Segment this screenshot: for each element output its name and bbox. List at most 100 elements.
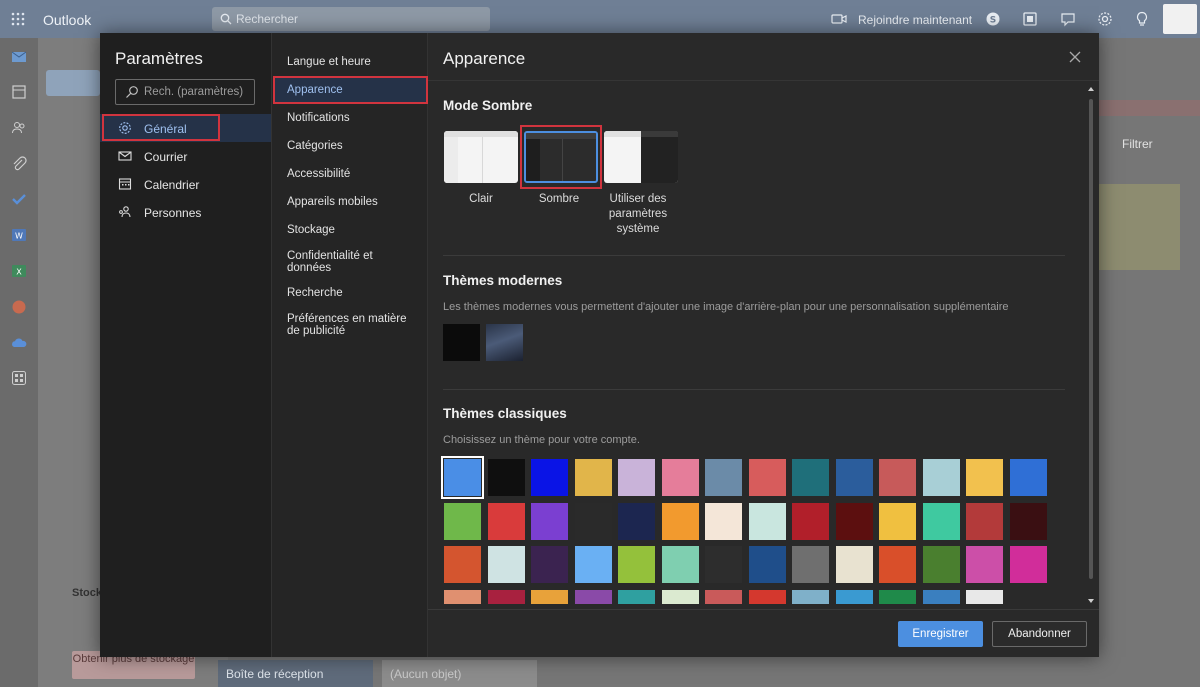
- classic-theme-swatch[interactable]: [574, 459, 612, 496]
- inbox-tab[interactable]: Boîte de réception: [218, 660, 373, 687]
- subnav-storage[interactable]: Stockage: [287, 224, 427, 236]
- subnav-privacy[interactable]: Confidentialité et données: [287, 250, 387, 274]
- classic-theme-swatch[interactable]: [705, 459, 742, 496]
- classic-theme-swatch[interactable]: [966, 502, 1003, 540]
- classic-theme-swatch[interactable]: [444, 546, 481, 583]
- classic-theme-swatch[interactable]: [531, 589, 568, 604]
- classic-theme-swatch[interactable]: [1009, 459, 1047, 496]
- classic-theme-swatch[interactable]: [966, 546, 1003, 583]
- filter-button[interactable]: Filtrer: [1122, 137, 1153, 151]
- subnav-search[interactable]: Recherche: [287, 287, 427, 299]
- save-button[interactable]: Enregistrer: [898, 621, 983, 647]
- classic-theme-swatch[interactable]: [966, 589, 1003, 604]
- app-name[interactable]: Outlook: [43, 12, 91, 28]
- classic-theme-swatch[interactable]: [835, 502, 873, 540]
- mode-light-option[interactable]: [444, 131, 518, 183]
- subnav-language[interactable]: Langue et heure: [287, 56, 427, 68]
- classic-theme-swatch[interactable]: [835, 546, 873, 583]
- classic-theme-swatch[interactable]: [618, 459, 655, 496]
- more-apps-icon[interactable]: [11, 370, 27, 386]
- classic-theme-swatch[interactable]: [531, 459, 568, 496]
- word-icon[interactable]: W: [11, 227, 27, 243]
- nav-item-calendar[interactable]: Calendrier: [100, 170, 271, 198]
- classic-theme-swatch[interactable]: [705, 502, 742, 540]
- classic-theme-swatch[interactable]: [879, 502, 916, 540]
- classic-theme-swatch[interactable]: [922, 459, 960, 496]
- calendar-icon[interactable]: [11, 84, 27, 100]
- classic-theme-swatch[interactable]: [1009, 546, 1047, 583]
- classic-theme-swatch[interactable]: [748, 546, 786, 583]
- scroll-up-icon[interactable]: [1087, 85, 1095, 93]
- classic-theme-swatch[interactable]: [618, 589, 655, 604]
- classic-theme-swatch[interactable]: [748, 502, 786, 540]
- todo-icon[interactable]: [11, 191, 27, 207]
- classic-theme-swatch[interactable]: [661, 459, 699, 496]
- classic-theme-swatch[interactable]: [835, 589, 873, 604]
- new-message-button[interactable]: [46, 70, 100, 96]
- skype-icon[interactable]: S: [985, 11, 1001, 27]
- classic-theme-swatch[interactable]: [879, 546, 916, 583]
- settings-search-input[interactable]: Rech. (paramètres): [115, 79, 255, 105]
- excel-icon[interactable]: X: [11, 263, 27, 279]
- classic-theme-swatch[interactable]: [487, 459, 525, 496]
- avatar[interactable]: [1163, 4, 1197, 34]
- nav-item-mail[interactable]: Courrier: [100, 142, 271, 170]
- classic-theme-swatch[interactable]: [748, 589, 786, 604]
- classic-theme-swatch[interactable]: [879, 459, 916, 496]
- classic-theme-swatch[interactable]: [574, 546, 612, 583]
- classic-theme-swatch[interactable]: [835, 459, 873, 496]
- mode-system-option[interactable]: [604, 131, 678, 183]
- classic-theme-swatch[interactable]: [574, 589, 612, 604]
- attachment-icon[interactable]: [11, 156, 27, 172]
- classic-theme-swatch[interactable]: [441, 456, 484, 499]
- classic-theme-swatch[interactable]: [748, 459, 786, 496]
- classic-theme-swatch[interactable]: [1009, 502, 1047, 540]
- modern-theme-black[interactable]: [443, 324, 480, 361]
- classic-theme-swatch[interactable]: [705, 546, 742, 583]
- join-now-link[interactable]: Rejoindre maintenant: [858, 13, 972, 27]
- onedrive-icon[interactable]: [11, 335, 27, 351]
- people-icon[interactable]: [11, 120, 27, 136]
- classic-theme-swatch[interactable]: [618, 546, 655, 583]
- classic-theme-swatch[interactable]: [792, 546, 829, 583]
- lightbulb-icon[interactable]: [1134, 11, 1150, 27]
- classic-theme-swatch[interactable]: [661, 546, 699, 583]
- close-icon[interactable]: [1068, 50, 1082, 64]
- nav-item-people[interactable]: Personnes: [100, 198, 271, 226]
- classic-theme-swatch[interactable]: [487, 546, 525, 583]
- office-icon[interactable]: [1022, 11, 1038, 27]
- classic-theme-swatch[interactable]: [531, 502, 568, 540]
- classic-theme-swatch[interactable]: [487, 502, 525, 540]
- scroll-down-icon[interactable]: [1087, 597, 1095, 605]
- classic-theme-swatch[interactable]: [531, 546, 568, 583]
- classic-theme-swatch[interactable]: [879, 589, 916, 604]
- classic-theme-swatch[interactable]: [792, 589, 829, 604]
- classic-theme-swatch[interactable]: [487, 589, 525, 604]
- classic-theme-swatch[interactable]: [618, 502, 655, 540]
- draft-tab[interactable]: (Aucun objet): [382, 660, 537, 687]
- feedback-icon[interactable]: [1060, 11, 1076, 27]
- classic-theme-swatch[interactable]: [661, 502, 699, 540]
- settings-gear-icon[interactable]: [1097, 11, 1113, 27]
- powerpoint-icon[interactable]: [11, 299, 27, 315]
- classic-theme-swatch[interactable]: [966, 459, 1003, 496]
- classic-theme-swatch[interactable]: [922, 546, 960, 583]
- subnav-categories[interactable]: Catégories: [287, 140, 427, 152]
- subnav-accessibility[interactable]: Accessibilité: [287, 168, 427, 180]
- classic-theme-swatch[interactable]: [922, 502, 960, 540]
- classic-theme-swatch[interactable]: [705, 589, 742, 604]
- scroll-thumb[interactable]: [1089, 99, 1093, 579]
- classic-theme-swatch[interactable]: [792, 502, 829, 540]
- subnav-ad-preferences[interactable]: Préférences en matière de publicité: [287, 313, 407, 337]
- subnav-notifications[interactable]: Notifications: [287, 112, 427, 124]
- settings-scrollbar[interactable]: [1087, 85, 1095, 605]
- modern-theme-landscape[interactable]: [486, 324, 523, 361]
- classic-theme-swatch[interactable]: [444, 502, 481, 540]
- cancel-button[interactable]: Abandonner: [992, 621, 1087, 647]
- classic-theme-swatch[interactable]: [792, 459, 829, 496]
- mail-icon[interactable]: [11, 49, 27, 65]
- app-launcher-icon[interactable]: [10, 11, 26, 27]
- classic-theme-swatch[interactable]: [574, 502, 612, 540]
- classic-theme-swatch[interactable]: [444, 589, 481, 604]
- subnav-mobile-devices[interactable]: Appareils mobiles: [287, 196, 427, 208]
